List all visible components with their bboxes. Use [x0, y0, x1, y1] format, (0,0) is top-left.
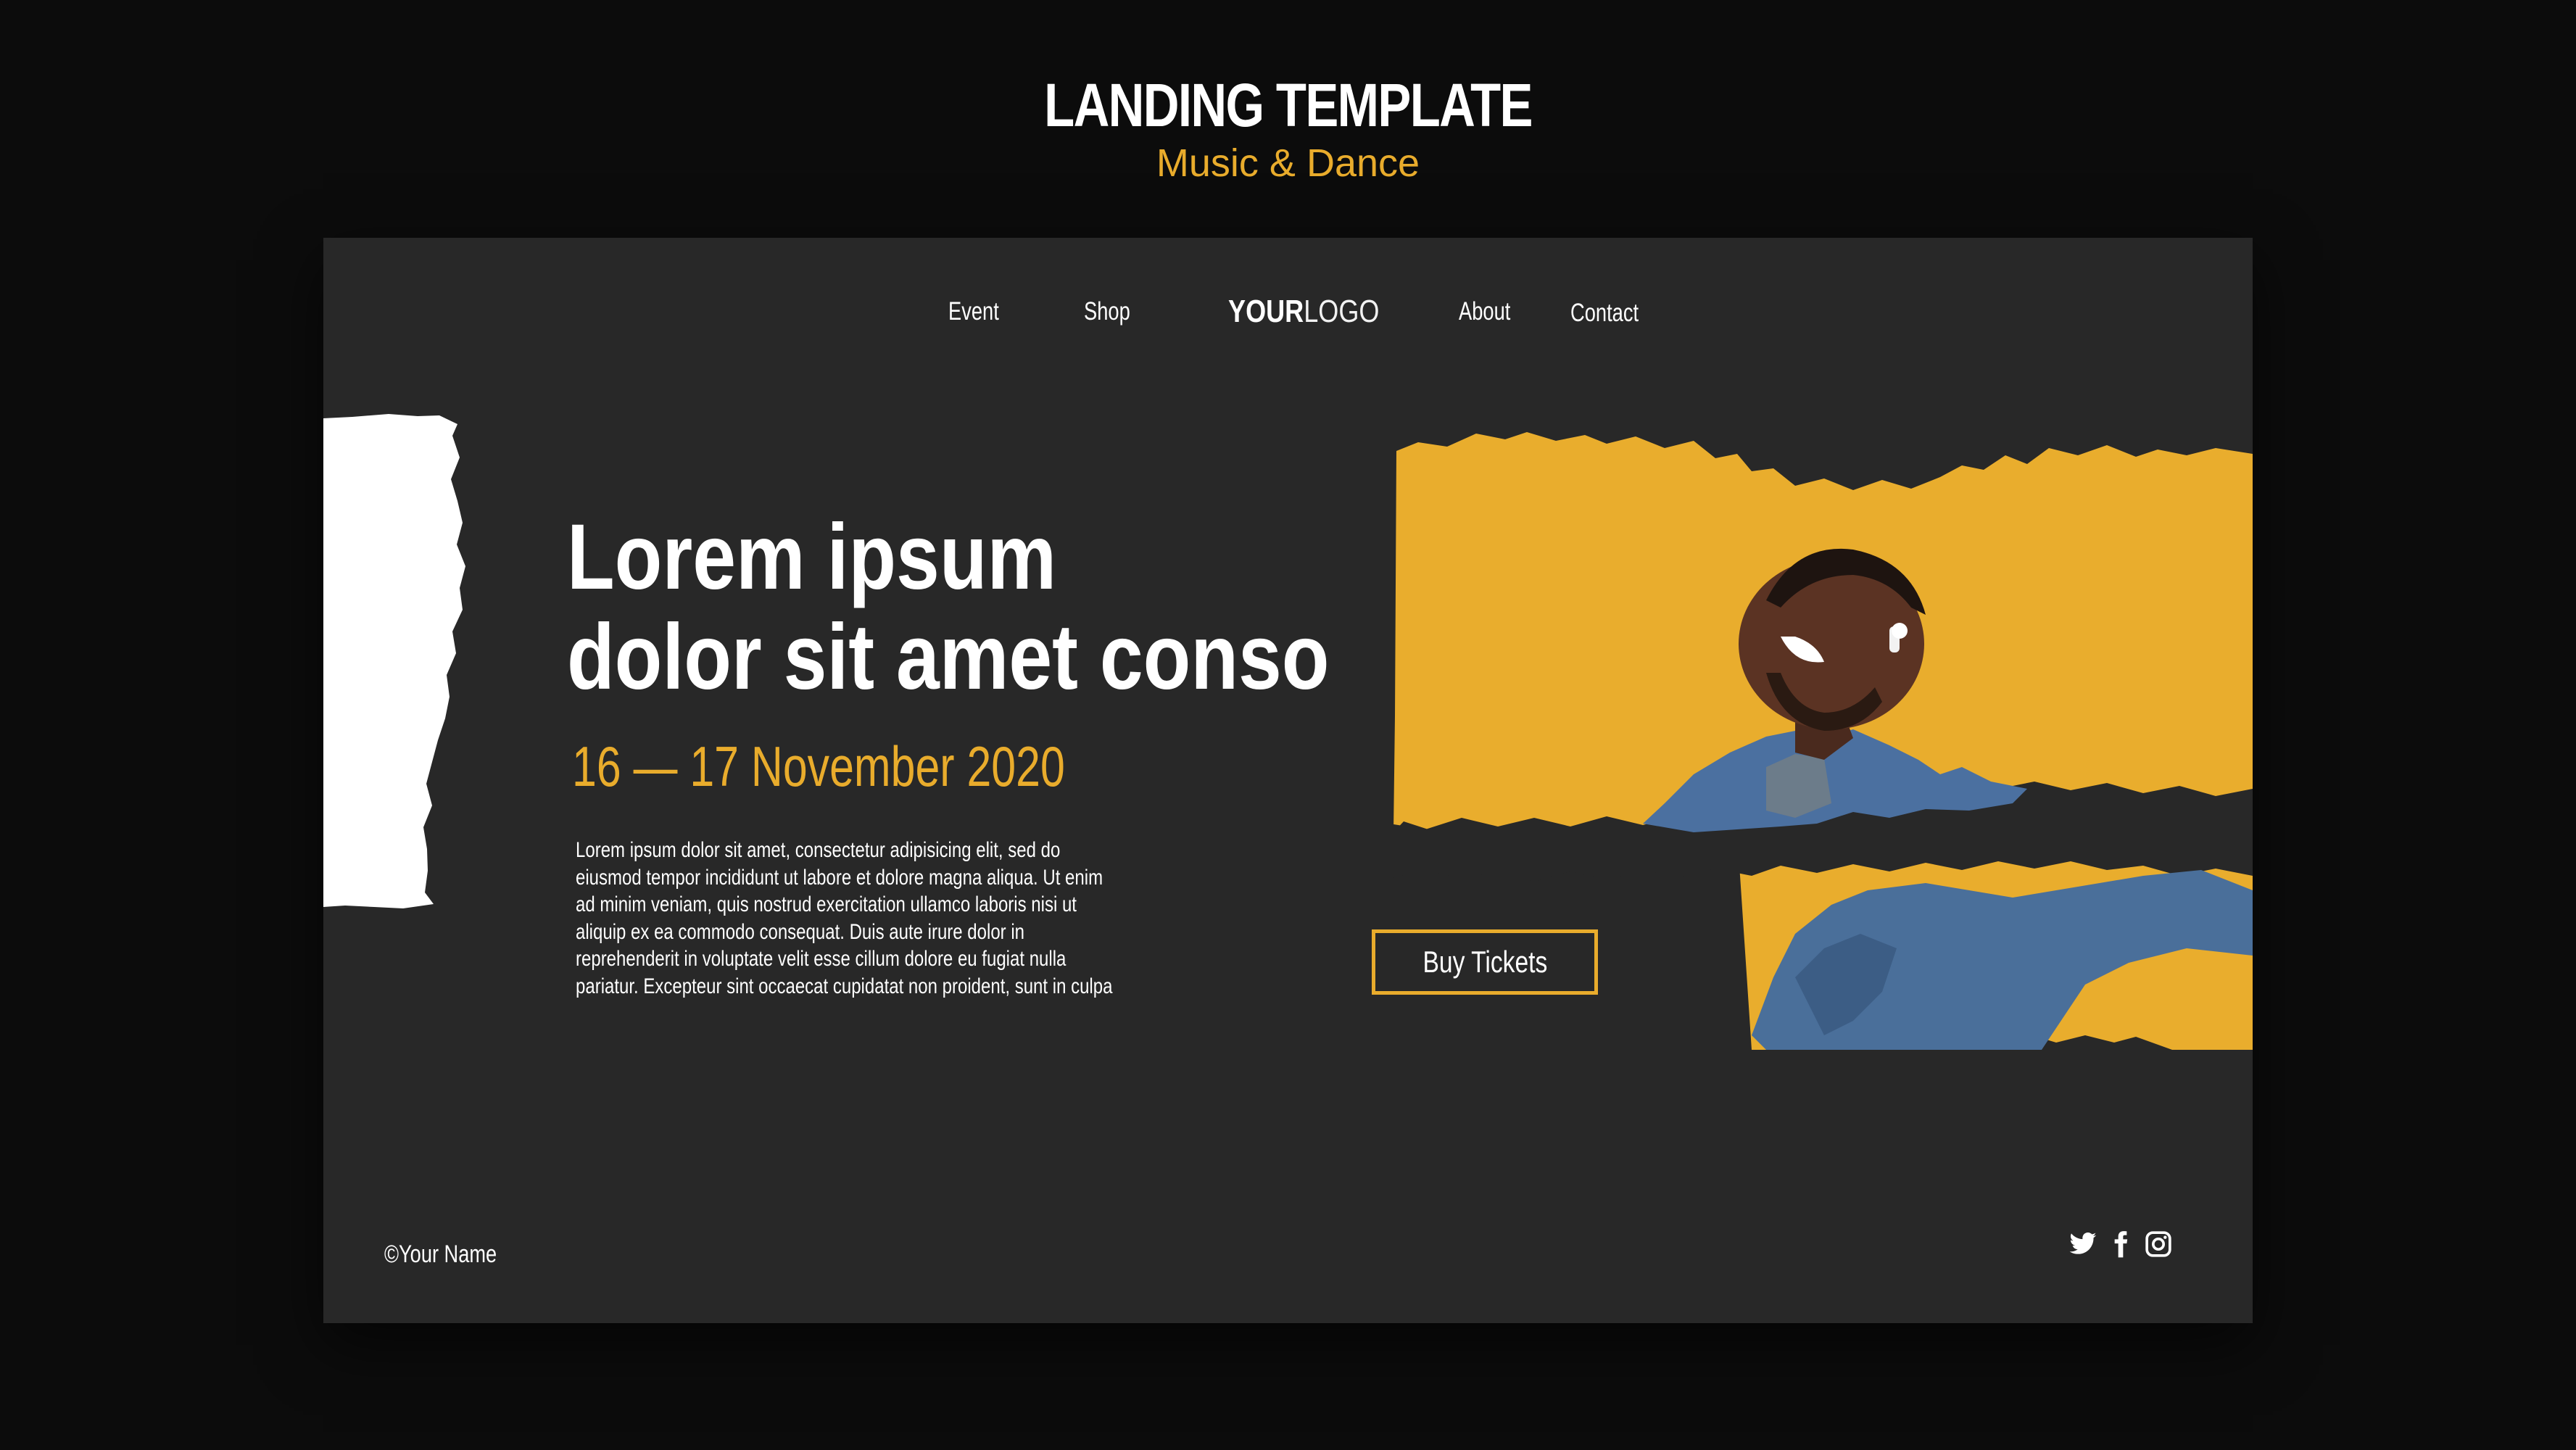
hero-title: Lorem ipsum dolor sit amet conso [567, 508, 1437, 708]
logo-thin-text: LOGO [1304, 294, 1380, 329]
nav-item-about[interactable]: About [1459, 290, 1525, 334]
logo-bold-text: YOUR [1228, 294, 1304, 329]
torn-paper-decoration [323, 414, 465, 908]
template-header: LANDING TEMPLATE Music & Dance [0, 69, 2576, 186]
twitter-icon[interactable] [2068, 1230, 2097, 1259]
buy-tickets-button[interactable]: Buy Tickets [1372, 929, 1598, 995]
hero-title-line-2: dolor sit amet conso [567, 605, 1330, 709]
copyright-text: ©Your Name [384, 1240, 497, 1268]
hero-description: Lorem ipsum dolor sit amet, consectetur … [576, 837, 1315, 1000]
description-line: eiusmod tempor incididunt ut labore et d… [576, 865, 1103, 890]
template-subtitle: Music & Dance [1156, 141, 1420, 185]
description-line: pariatur. Excepteur sint occaecat cupida… [576, 974, 1113, 998]
nav-item-event[interactable]: Event [948, 290, 1014, 334]
nav-item-shop[interactable]: Shop [1084, 290, 1143, 334]
site-logo[interactable]: YOURLOGO [1228, 289, 1412, 335]
hero-title-line-1: Lorem ipsum [567, 505, 1057, 609]
event-date: 16 — 17 November 2020 [572, 734, 1065, 798]
description-line: reprehenderit in voluptate velit esse ci… [576, 947, 1067, 971]
description-line: Lorem ipsum dolor sit amet, consectetur … [576, 838, 1061, 862]
instagram-icon[interactable] [2144, 1230, 2173, 1259]
template-title: LANDING TEMPLATE [1044, 71, 1533, 139]
nav-item-contact[interactable]: Contact [1570, 291, 1658, 335]
facebook-icon[interactable] [2106, 1230, 2135, 1259]
description-line: aliquip ex ea commodo consequat. Duis au… [576, 919, 1025, 944]
landing-page-mockup: Event Shop YOURLOGO About Contact Lorem … [323, 238, 2253, 1323]
description-line: ad minim veniam, quis nostrud exercitati… [576, 892, 1077, 916]
